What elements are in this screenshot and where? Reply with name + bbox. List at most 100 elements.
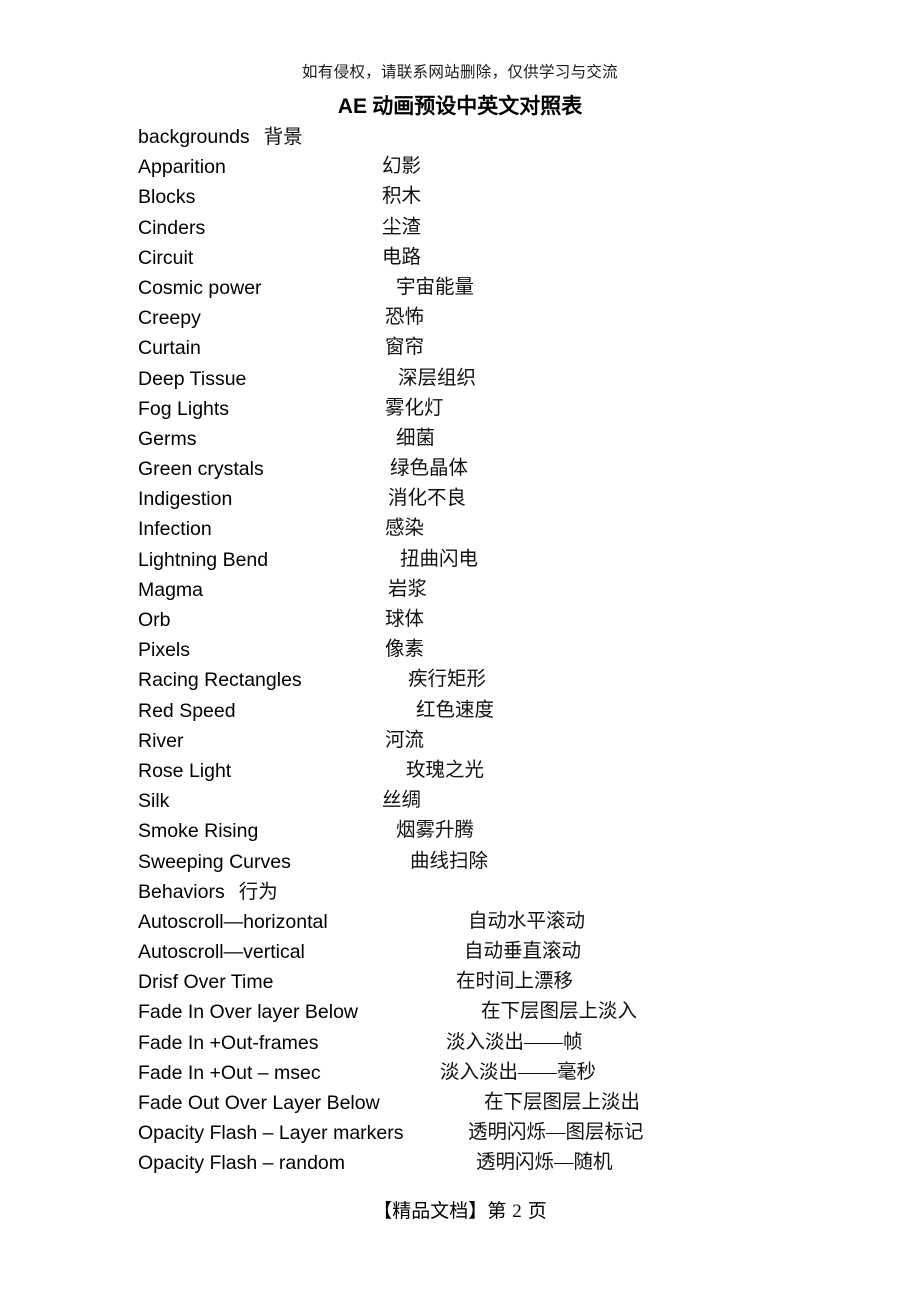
term-english: Fog Lights: [138, 397, 230, 420]
term-row: Red Speed 红色速度: [138, 696, 898, 726]
term-row: Racing Rectangles 疾行矩形: [138, 665, 898, 695]
term-english: Indigestion: [138, 488, 233, 511]
term-row: Fade In +Out – msec 淡入淡出——毫秒: [138, 1058, 898, 1088]
term-english: Fade In +Out – msec: [138, 1061, 321, 1084]
term-row: Opacity Flash – random 透明闪烁—随机: [138, 1148, 898, 1178]
term-row: Germs 细菌: [138, 424, 898, 454]
term-english: Rose Light: [138, 759, 232, 782]
term-chinese: 恐怖: [385, 307, 425, 329]
term-english: Silk: [138, 790, 170, 813]
term-english: Fade In Over layer Below: [138, 1001, 359, 1024]
term-english: Red Speed: [138, 699, 236, 722]
term-english: Circuit: [138, 246, 194, 269]
term-row: Magma 岩浆: [138, 575, 898, 605]
term-row: Silk 丝绸: [138, 786, 898, 816]
term-chinese: 行为: [238, 881, 278, 903]
term-row: River 河流: [138, 726, 898, 756]
term-row: Autoscroll—vertical 自动垂直滚动: [138, 937, 898, 967]
term-row: Circuit 电路: [138, 243, 898, 273]
term-chinese: 在下层图层上淡入: [481, 1001, 638, 1023]
term-english: Opacity Flash – Layer markers: [138, 1122, 404, 1145]
term-english: Infection: [138, 518, 212, 541]
term-row: Fade In +Out-frames 淡入淡出——帧: [138, 1028, 898, 1058]
term-chinese: 积木: [382, 186, 422, 208]
term-list: backgrounds 背景 Apparition 幻影 Blocks 积木 Cinders…: [138, 122, 898, 1179]
term-chinese: 自动水平滚动: [468, 910, 586, 932]
term-row: Rose Light 玫瑰之光: [138, 756, 898, 786]
term-chinese: 感染: [385, 518, 425, 540]
term-chinese: 窗帘: [385, 337, 425, 359]
term-row: Lightning Bend 扭曲闪电: [138, 545, 898, 575]
term-chinese: 电路: [382, 246, 422, 268]
copyright-notice: 如有侵权，请联系网站删除，仅供学习与交流: [301, 64, 618, 81]
term-chinese: 烟雾升腾: [396, 820, 475, 842]
term-english: Germs: [138, 427, 197, 450]
term-row: Behaviors 行为: [138, 877, 898, 907]
footer-label-right: 页: [527, 1201, 547, 1222]
term-row: Opacity Flash – Layer markers 透明闪烁—图层标记: [138, 1118, 898, 1148]
term-english: Pixels: [138, 639, 191, 662]
term-chinese: 疾行矩形: [408, 669, 487, 691]
term-row: Smoke Rising 烟雾升腾: [138, 816, 898, 846]
term-chinese: 细菌: [396, 427, 436, 449]
term-english: Smoke Rising: [138, 820, 259, 843]
term-english: Lightning Bend: [138, 548, 269, 571]
term-chinese: 扭曲闪电: [400, 548, 479, 570]
term-row: Apparition 幻影: [138, 152, 898, 182]
term-chinese: 在下层图层上淡出: [484, 1092, 641, 1113]
term-row: Curtain 窗帘: [138, 333, 898, 363]
document-page: 如有侵权，请联系网站删除，仅供学习与交流 AE 动画预设中英文对照表 backg…: [0, 0, 920, 1302]
term-chinese: 消化不良: [388, 488, 467, 510]
term-chinese: 背景: [263, 127, 303, 148]
term-english: Autoscroll—horizontal: [138, 910, 328, 933]
term-chinese: 自动垂直滚动: [464, 941, 582, 963]
term-chinese: 尘渣: [382, 216, 422, 238]
term-chinese: 透明闪烁—随机: [476, 1152, 613, 1174]
term-row: Fade Out Over Layer Below 在下层图层上淡出: [138, 1088, 898, 1118]
term-chinese: 玫瑰之光: [406, 759, 485, 781]
term-english: Fade In +Out-frames: [138, 1031, 319, 1054]
term-english: Racing Rectangles: [138, 669, 302, 692]
page-footer: 【精品文档】第 2 页: [0, 1196, 920, 1223]
term-row: Indigestion 消化不良: [138, 484, 898, 514]
term-english: Fade Out Over Layer Below: [138, 1092, 380, 1114]
term-english: Cosmic power: [138, 276, 262, 299]
term-chinese: 河流: [385, 729, 425, 751]
term-chinese: 雾化灯: [385, 397, 444, 419]
term-english: Magma: [138, 578, 204, 601]
term-english: Deep Tissue: [138, 367, 247, 390]
term-chinese: 幻影: [382, 156, 422, 178]
term-chinese: 红色速度: [416, 699, 495, 721]
term-row: Drisf Over Time 在时间上漂移: [138, 967, 898, 997]
term-row: Cosmic power 宇宙能量: [138, 273, 898, 303]
term-chinese: 在时间上漂移: [456, 971, 574, 993]
term-row: Green crystals 绿色晶体: [138, 454, 898, 484]
term-english: River: [138, 729, 184, 752]
term-row: Cinders 尘渣: [138, 213, 898, 243]
term-english: Green crystals: [138, 458, 264, 481]
term-chinese: 曲线扫除: [410, 850, 489, 872]
term-english: Creepy: [138, 307, 201, 330]
term-chinese: 岩浆: [388, 578, 428, 600]
footer-label-left: 【精品文档】第: [373, 1201, 507, 1222]
term-chinese: 淡入淡出——帧: [446, 1031, 583, 1053]
term-row: Autoscroll—horizontal 自动水平滚动: [138, 907, 898, 937]
term-row: Pixels 像素: [138, 635, 898, 665]
term-row: Deep Tissue 深层组织: [138, 364, 898, 394]
term-chinese: 淡入淡出——毫秒: [440, 1061, 597, 1083]
term-english: Drisf Over Time: [138, 971, 274, 994]
term-english: Orb: [138, 609, 171, 631]
term-row: Sweeping Curves 曲线扫除: [138, 847, 898, 877]
footer-page-number: 2: [512, 1201, 522, 1222]
term-english: Cinders: [138, 216, 206, 239]
term-english: backgrounds: [138, 126, 250, 148]
term-row: Infection 感染: [138, 514, 898, 544]
term-row: backgrounds 背景: [138, 122, 898, 152]
term-chinese: 宇宙能量: [396, 276, 475, 298]
term-chinese: 丝绸: [382, 790, 422, 812]
term-english: Autoscroll—vertical: [138, 941, 305, 964]
term-row: Creepy 恐怖: [138, 303, 898, 333]
term-english: Apparition: [138, 156, 226, 179]
term-english: Curtain: [138, 337, 201, 360]
term-chinese: 深层组织: [398, 367, 477, 389]
